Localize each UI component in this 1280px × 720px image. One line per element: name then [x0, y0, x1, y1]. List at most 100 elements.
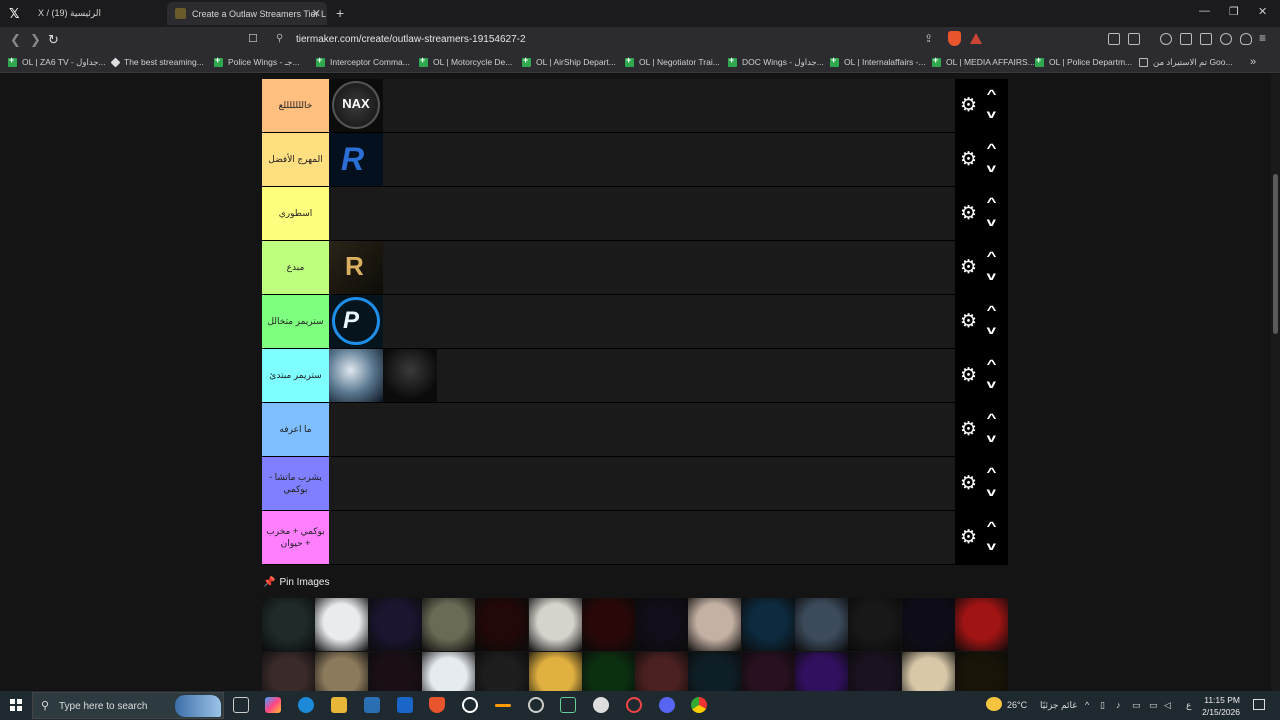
tier-row[interactable]: خالللللللع NAX ⚙ ^ v: [262, 79, 1008, 133]
settings-gear-icon[interactable]: ⚙: [960, 258, 977, 277]
pool-image[interactable]: [954, 598, 1008, 651]
app-icon[interactable]: [462, 697, 478, 713]
settings-gear-icon[interactable]: ⚙: [960, 150, 977, 169]
blue-r-logo[interactable]: R: [329, 133, 383, 186]
pool-image[interactable]: [262, 598, 315, 651]
move-up-chevron-icon[interactable]: ^: [987, 195, 997, 209]
move-up-chevron-icon[interactable]: ^: [987, 87, 997, 101]
pd-logo[interactable]: P: [329, 295, 383, 348]
close-tab-icon[interactable]: ✕: [312, 7, 321, 20]
pool-image[interactable]: [528, 598, 582, 651]
pool-image[interactable]: [741, 598, 795, 651]
vpn-shield-icon[interactable]: [1240, 33, 1252, 45]
settings-gear-icon[interactable]: ⚙: [960, 204, 977, 223]
bookmark-item[interactable]: Police Wings - جـ...: [214, 55, 300, 68]
move-down-chevron-icon[interactable]: v: [987, 323, 996, 337]
tier-label[interactable]: مبدع: [262, 241, 329, 294]
move-up-chevron-icon[interactable]: ^: [987, 519, 997, 533]
tier-row[interactable]: ما اعرفه ⚙ ^ v: [262, 403, 1008, 457]
move-down-chevron-icon[interactable]: v: [987, 107, 996, 121]
tier-drop-zone[interactable]: R: [329, 241, 383, 294]
move-up-chevron-icon[interactable]: ^: [987, 249, 997, 263]
edge-icon[interactable]: [298, 697, 314, 713]
tier-label[interactable]: المهرج الأفضل: [262, 133, 329, 186]
move-up-chevron-icon[interactable]: ^: [987, 141, 997, 155]
app-icon[interactable]: [626, 697, 642, 713]
move-down-chevron-icon[interactable]: v: [987, 539, 996, 553]
windows-start-icon[interactable]: [10, 699, 22, 711]
show-hidden-icons[interactable]: ^: [1085, 700, 1089, 710]
settings-gear-icon[interactable]: ⚙: [960, 474, 977, 493]
notifications-icon[interactable]: [1253, 699, 1265, 710]
more-bookmarks-icon[interactable]: »: [1250, 56, 1256, 68]
new-tab-button[interactable]: +: [336, 5, 344, 21]
taskbar-search[interactable]: ⚲ Type here to search: [32, 692, 224, 719]
brave-taskbar-icon[interactable]: [429, 697, 445, 713]
tier-drop-zone[interactable]: NAX: [329, 79, 383, 132]
move-down-chevron-icon[interactable]: v: [987, 377, 996, 391]
move-up-chevron-icon[interactable]: ^: [987, 465, 997, 479]
bookmark-item[interactable]: تم الاستيراد من Goo...: [1139, 57, 1233, 68]
settings-gear-icon[interactable]: ⚙: [960, 312, 977, 331]
speedtest-icon[interactable]: [528, 697, 544, 713]
tab-x-home[interactable]: X / الرئيسية (19): [30, 2, 160, 25]
device-icon[interactable]: ▯: [1100, 700, 1105, 711]
reading-icon[interactable]: [1200, 33, 1212, 45]
clock[interactable]: 11:15 PM 2/15/2026: [1198, 694, 1240, 718]
chrome-icon[interactable]: [691, 697, 707, 713]
tier-label[interactable]: بوكمي + مخرب + حيوان: [262, 511, 329, 564]
move-up-chevron-icon[interactable]: ^: [987, 303, 997, 317]
music-icon[interactable]: [1160, 33, 1172, 45]
tier-row[interactable]: يشرب ماتشا - بوكمي ⚙ ^ v: [262, 457, 1008, 511]
settings-gear-icon[interactable]: ⚙: [960, 96, 977, 115]
close-window-button[interactable]: ✕: [1258, 5, 1267, 18]
microphone-icon[interactable]: ♪: [1116, 700, 1121, 710]
sidebar-icon[interactable]: [1180, 33, 1192, 45]
move-up-chevron-icon[interactable]: ^: [987, 357, 997, 371]
gold-r-logo[interactable]: R: [329, 241, 383, 294]
settings-gear-icon[interactable]: ⚙: [960, 528, 977, 547]
brave-rewards-icon[interactable]: [970, 33, 982, 44]
url-bar[interactable]: ⚲ tiermaker.com/create/outlaw-streamers-…: [270, 30, 990, 50]
task-view-icon[interactable]: [233, 697, 249, 713]
page-scrollbar[interactable]: [1271, 74, 1280, 691]
mail-icon[interactable]: [397, 697, 413, 713]
pool-image[interactable]: [635, 598, 689, 651]
volume-icon[interactable]: ◁: [1164, 700, 1171, 711]
settings-gear-icon[interactable]: ⚙: [960, 420, 977, 439]
site-info-icon[interactable]: ⚲: [276, 33, 283, 44]
settings-gear-icon[interactable]: ⚙: [960, 366, 977, 385]
tier-row[interactable]: بوكمي + مخرب + حيوان ⚙ ^ v: [262, 511, 1008, 565]
move-down-chevron-icon[interactable]: v: [987, 431, 996, 445]
bookmark-item[interactable]: OL | Police Departm...: [1035, 55, 1132, 67]
copilot-icon[interactable]: [265, 697, 281, 713]
pin-images-toggle[interactable]: 📌 Pin Images: [263, 577, 329, 588]
reload-button[interactable]: ↻: [48, 32, 59, 48]
bookmark-item[interactable]: OL | Motorcycle De...: [419, 55, 512, 67]
share-icon[interactable]: ⇪: [924, 32, 933, 45]
bookmark-item[interactable]: OL | ZA6 TV - جداول...: [8, 55, 106, 68]
scroll-thumb[interactable]: [1273, 174, 1278, 334]
tier-row[interactable]: ستريمر مبتدئ ⚙ ^ v: [262, 349, 1008, 403]
pool-image[interactable]: [475, 598, 529, 651]
tier-row[interactable]: مبدع R ⚙ ^ v: [262, 241, 1008, 295]
bookmark-item[interactable]: OL | MEDIA AFFAIRS...: [932, 55, 1035, 67]
wallet-icon[interactable]: [1128, 33, 1140, 45]
store-icon[interactable]: [364, 697, 380, 713]
move-down-chevron-icon[interactable]: v: [987, 215, 996, 229]
app-icon[interactable]: [495, 704, 511, 707]
pool-image[interactable]: [688, 598, 742, 651]
pool-image[interactable]: [368, 598, 422, 651]
move-down-chevron-icon[interactable]: v: [987, 269, 996, 283]
restore-button[interactable]: ❐: [1229, 5, 1239, 18]
tier-row[interactable]: اسطوري ⚙ ^ v: [262, 187, 1008, 241]
bookmark-page-icon[interactable]: ☐: [248, 32, 258, 45]
back-button[interactable]: ❮: [10, 32, 21, 48]
menu-icon[interactable]: ≡: [1259, 31, 1266, 45]
bookmark-item[interactable]: OL | Negotiator Trai...: [625, 55, 720, 67]
file-explorer-icon[interactable]: [331, 697, 347, 713]
bookmark-item[interactable]: OL | AirShip Depart...: [522, 55, 616, 67]
bookmark-item[interactable]: DOC Wings - جداول...: [728, 55, 824, 68]
network-icon[interactable]: ▭: [1149, 700, 1158, 711]
tier-row[interactable]: المهرج الأفضل R ⚙ ^ v: [262, 133, 1008, 187]
